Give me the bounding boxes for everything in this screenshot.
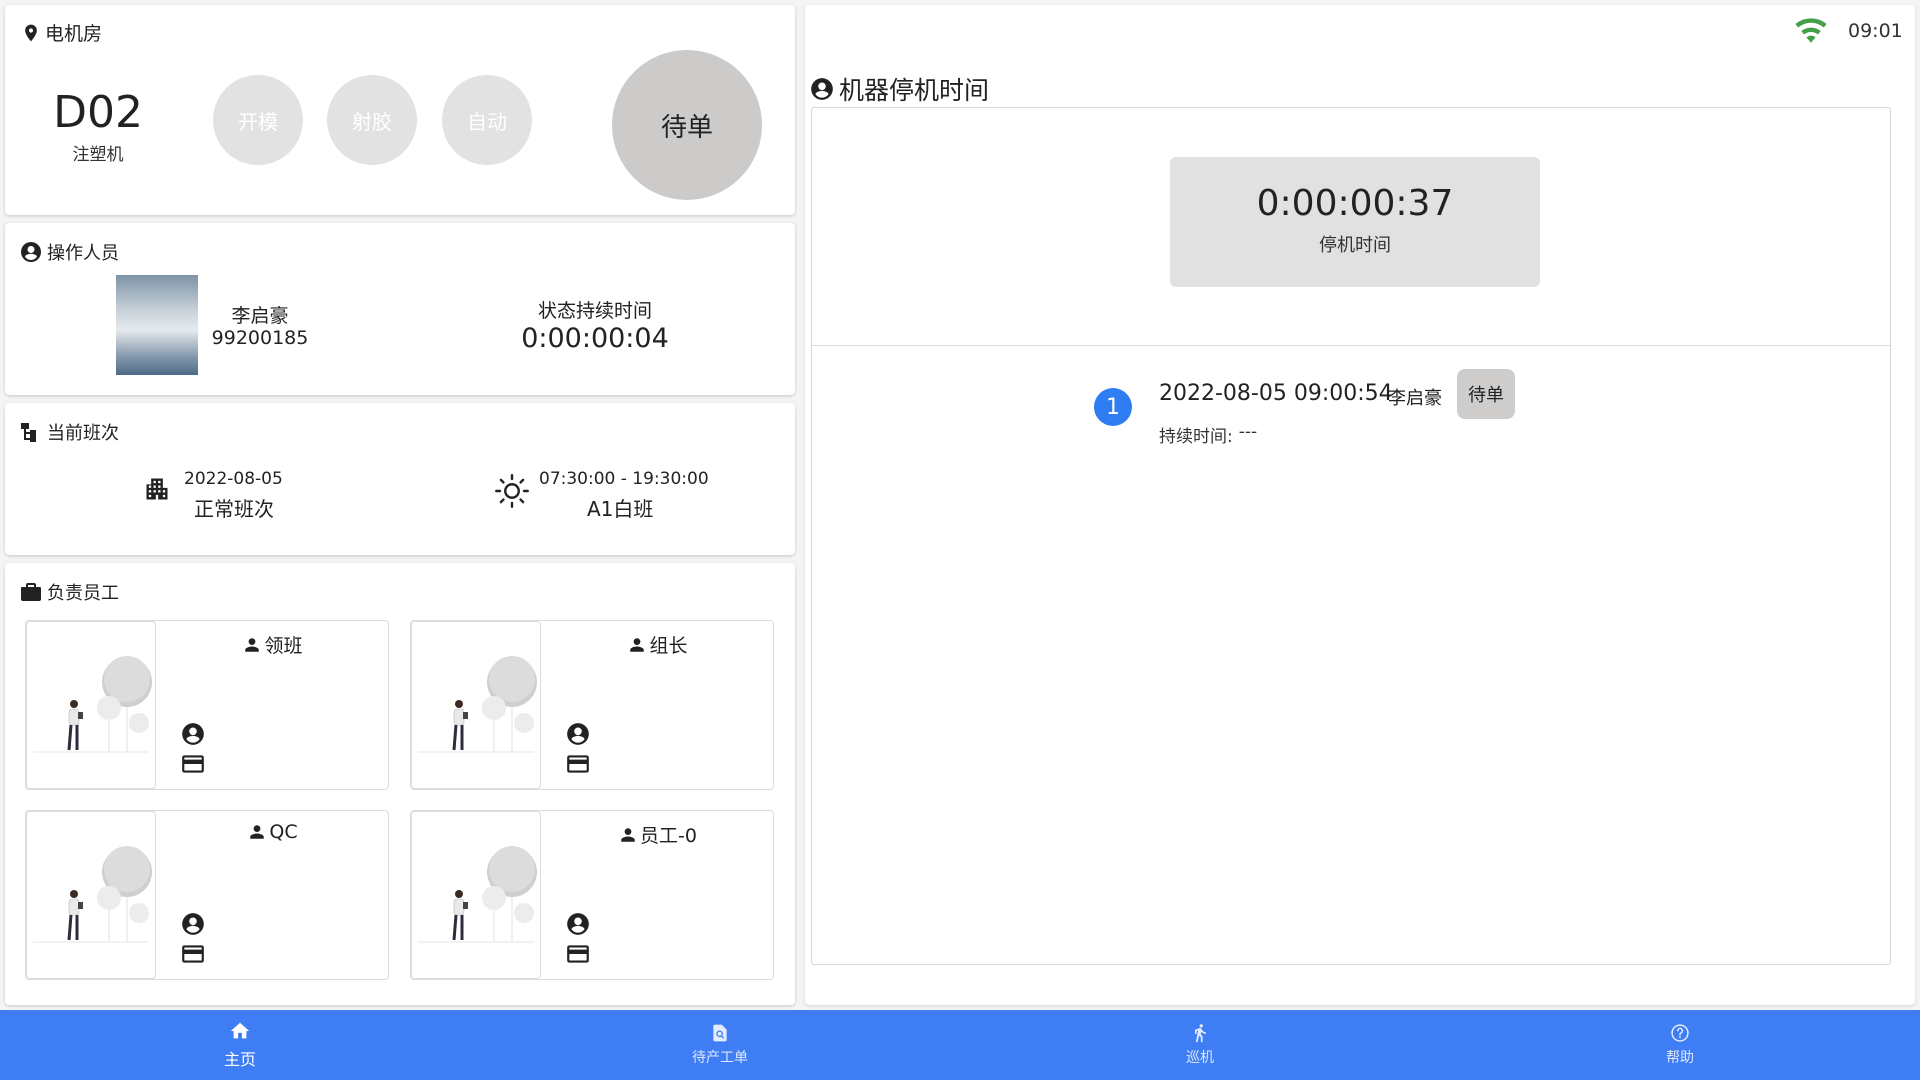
staff-section-title: 负责员工	[19, 579, 119, 605]
divider	[812, 345, 1890, 346]
staff-card: 负责员工 领班 组长 QC 员工-0	[5, 563, 795, 1005]
machine-card: 电机房 D02 注塑机 开模 射胶 自动 待单	[5, 5, 795, 215]
shift-date: 2022-08-05	[184, 469, 283, 489]
credit-card-icon	[567, 945, 589, 963]
staff-role: 领班	[156, 631, 390, 658]
credit-card-icon	[182, 945, 204, 963]
person-icon	[630, 637, 645, 652]
location-pin-icon	[25, 24, 37, 41]
nav-home[interactable]: 主页	[0, 1010, 480, 1080]
staff-illustration-icon	[418, 656, 537, 753]
staff-role-label: 组长	[649, 635, 688, 657]
operator-name: 李启豪	[231, 305, 289, 327]
downtime-timer: 0:00:00:37 停机时间	[1170, 157, 1540, 287]
person-icon	[245, 637, 260, 652]
sun-icon	[495, 474, 529, 508]
staff-section-label: 负责员工	[47, 583, 119, 604]
account-circle-icon	[182, 723, 204, 745]
credit-card-icon	[182, 755, 204, 773]
nav-label: 主页	[223, 1050, 256, 1069]
downtime-content: 0:00:00:37 停机时间 1 2022-08-05 09:00:54 李启…	[811, 107, 1891, 965]
downtime-timer-label: 停机时间	[1319, 235, 1391, 256]
nav-label: 帮助	[1666, 1050, 1694, 1066]
event-operator: 李启豪	[1388, 388, 1442, 409]
operator-section-title: 操作人员	[19, 239, 119, 265]
state-duration-value: 0:00:00:04	[521, 323, 669, 354]
machine-code: D02	[53, 87, 143, 138]
staff-role-label: QC	[269, 821, 298, 843]
staff-box-group-leader[interactable]: 组长	[410, 620, 774, 790]
nav-help[interactable]: 帮助	[1440, 1010, 1920, 1080]
staff-role-label: 员工-0	[640, 825, 697, 847]
downtime-title: 机器停机时间	[809, 71, 989, 107]
downtime-timer-value: 0:00:00:37	[1256, 183, 1454, 224]
event-index-badge: 1	[1094, 388, 1132, 426]
staff-role-label: 领班	[264, 635, 303, 657]
person-icon	[250, 825, 265, 839]
credit-card-icon	[567, 755, 589, 773]
staff-placeholder-image	[411, 811, 541, 979]
staff-box-qc[interactable]: QC	[25, 810, 389, 980]
shift-name: 正常班次	[194, 497, 274, 521]
shift-time-range: 07:30:00 - 19:30:00	[539, 469, 709, 489]
shift-card: 当前班次 2022-08-05 正常班次 07:30:00 - 19:30:00…	[5, 403, 795, 555]
nav-label: 待产工单	[692, 1050, 748, 1066]
status-clock: 09:01	[1848, 20, 1903, 42]
account-circle-icon	[811, 78, 833, 100]
event-duration-label: 持续时间:	[1159, 427, 1233, 447]
staff-role: 组长	[541, 631, 775, 658]
operator-section-label: 操作人员	[47, 243, 119, 264]
walking-icon	[1195, 1024, 1206, 1043]
nav-pending-orders[interactable]: 待产工单	[480, 1010, 960, 1080]
event-duration: 持续时间: ---	[1159, 422, 1257, 447]
briefcase-icon	[21, 583, 41, 601]
staff-role: QC	[156, 821, 390, 843]
bottom-nav: 主页 待产工单 巡机 帮助	[0, 1010, 1920, 1080]
location: 电机房	[21, 19, 102, 46]
staff-illustration-icon	[33, 656, 152, 753]
downtime-panel: 机器停机时间 0:00:00:37 停机时间 1 2022-08-05 09:0…	[805, 5, 1915, 1005]
downtime-title-label: 机器停机时间	[839, 76, 990, 105]
staff-placeholder-image	[26, 811, 156, 979]
account-circle-icon	[567, 723, 589, 745]
state-duration-label: 状态持续时间	[537, 300, 652, 322]
staff-illustration-icon	[418, 846, 537, 943]
operator-card: 操作人员 李启豪 99200185 状态持续时间 0:00:00:04	[5, 223, 795, 395]
staff-placeholder-image	[26, 621, 156, 789]
person-icon	[621, 827, 635, 842]
operator-id: 99200185	[211, 327, 309, 349]
nav-label: 巡机	[1186, 1050, 1214, 1066]
staff-placeholder-image	[411, 621, 541, 789]
shift-section-title: 当前班次	[19, 419, 119, 445]
account-circle-icon	[182, 913, 204, 935]
building-icon	[146, 478, 168, 500]
shift-class: A1白班	[587, 497, 654, 521]
help-icon	[1671, 1024, 1689, 1042]
document-search-icon	[713, 1024, 727, 1042]
staff-box-lead[interactable]: 领班	[25, 620, 389, 790]
staff-box-employee[interactable]: 员工-0	[410, 810, 774, 980]
home-icon	[230, 1022, 250, 1039]
shift-section-label: 当前班次	[47, 423, 119, 444]
account-circle-icon	[21, 242, 41, 262]
machine-type: 注塑机	[72, 145, 124, 165]
event-duration-value: ---	[1238, 422, 1258, 442]
hierarchy-icon	[21, 423, 36, 442]
wifi-icon	[1795, 18, 1827, 43]
location-label: 电机房	[45, 23, 103, 45]
account-circle-icon	[567, 913, 589, 935]
nav-patrol[interactable]: 巡机	[960, 1010, 1440, 1080]
auto-button[interactable]: 自动	[442, 75, 532, 165]
mold-open-button[interactable]: 开模	[213, 75, 303, 165]
event-state-badge: 待单	[1457, 369, 1515, 419]
staff-role: 员工-0	[541, 821, 775, 848]
current-state-button[interactable]: 待单	[612, 50, 762, 200]
injection-button[interactable]: 射胶	[327, 75, 417, 165]
event-datetime: 2022-08-05 09:00:54	[1159, 381, 1393, 406]
staff-illustration-icon	[33, 846, 152, 943]
